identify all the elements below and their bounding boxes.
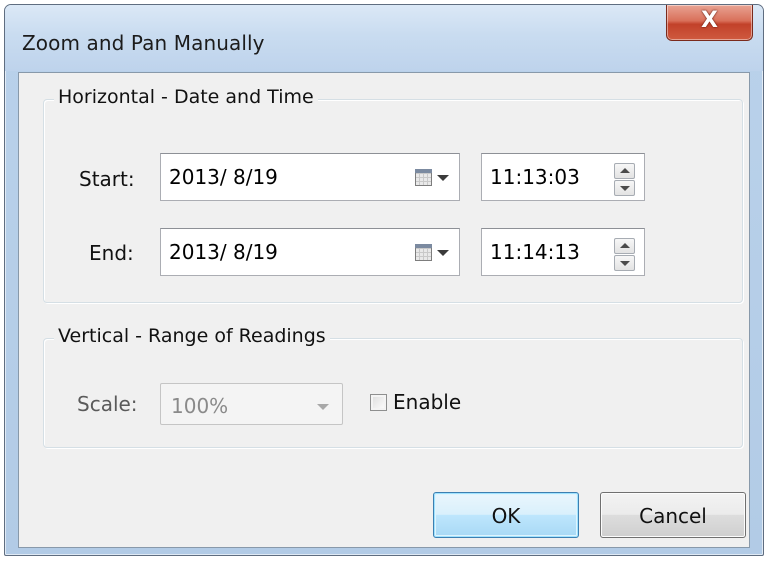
start-date-dropdown-button[interactable] [415,169,449,187]
dialog-window: Zoom and Pan Manually X Horizontal - Dat… [4,4,764,556]
start-time-field[interactable]: 11:13:03 [481,153,645,201]
scale-label: Scale: [77,392,138,416]
start-time-up-button[interactable] [614,163,635,179]
scale-dropdown[interactable]: 100% [160,383,343,425]
start-date-value: 2013/ 8/19 [169,165,278,189]
start-time-value: 11:13:03 [490,165,580,189]
horizontal-groupbox: Horizontal - Date and Time Start: 2013/ … [43,86,743,303]
dialog-client-area: Horizontal - Date and Time Start: 2013/ … [18,72,750,548]
end-label: End: [89,241,134,265]
end-time-value: 11:14:13 [490,240,580,264]
chevron-down-icon [437,250,449,256]
spin-up-icon [620,243,630,248]
end-date-value: 2013/ 8/19 [169,240,278,264]
scale-value: 100% [171,394,229,418]
enable-checkbox-label[interactable]: Enable [393,390,461,414]
end-date-picker[interactable]: 2013/ 8/19 [160,228,460,276]
chevron-down-icon [317,404,329,410]
end-time-up-button[interactable] [614,238,635,254]
enable-checkbox[interactable] [370,394,387,411]
spin-down-icon [620,186,630,191]
end-date-dropdown-button[interactable] [415,244,449,262]
start-label: Start: [79,167,135,191]
ok-button[interactable]: OK [433,492,579,538]
end-time-spinner [614,238,635,272]
close-button[interactable]: X [666,5,753,41]
start-date-picker[interactable]: 2013/ 8/19 [160,153,460,201]
cancel-button[interactable]: Cancel [600,492,746,538]
end-time-field[interactable]: 11:14:13 [481,228,645,276]
chevron-down-icon [437,175,449,181]
start-time-down-button[interactable] [614,180,635,196]
vertical-groupbox: Vertical - Range of Readings Scale: 100%… [43,325,743,448]
title-bar[interactable]: Zoom and Pan Manually X [5,5,763,71]
horizontal-group-title: Horizontal - Date and Time [54,86,318,108]
cancel-button-label: Cancel [639,504,707,528]
vertical-group-title: Vertical - Range of Readings [54,325,330,347]
close-icon: X [701,8,718,33]
window-title: Zoom and Pan Manually [22,31,265,55]
spin-up-icon [620,168,630,173]
calendar-icon [415,169,432,186]
ok-button-label: OK [491,504,521,528]
calendar-icon [415,244,432,261]
start-time-spinner [614,163,635,197]
spin-down-icon [620,261,630,266]
end-time-down-button[interactable] [614,255,635,271]
